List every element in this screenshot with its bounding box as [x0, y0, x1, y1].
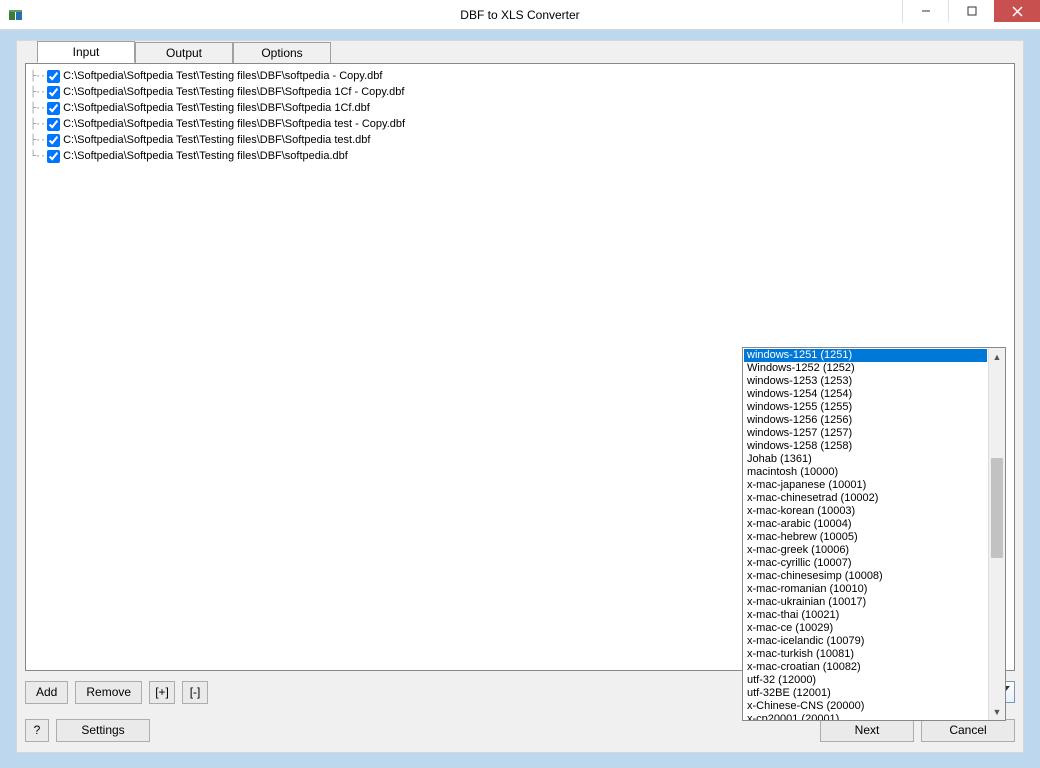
titlebar[interactable]: DBF to XLS Converter	[0, 0, 1040, 30]
file-checkbox[interactable]	[47, 150, 60, 163]
encoding-option[interactable]: windows-1257 (1257)	[744, 427, 987, 440]
window-title: DBF to XLS Converter	[0, 8, 1040, 22]
tree-connector: ├··	[30, 103, 45, 114]
scroll-down-arrow[interactable]: ▼	[989, 703, 1005, 720]
tab-output[interactable]: Output	[135, 42, 233, 63]
file-path-label: C:\Softpedia\Softpedia Test\Testing file…	[63, 86, 404, 98]
tree-connector: ├··	[30, 119, 45, 130]
file-checkbox[interactable]	[47, 70, 60, 83]
file-checkbox[interactable]	[47, 118, 60, 131]
tree-connector: ├··	[30, 71, 45, 82]
encoding-option[interactable]: x-mac-turkish (10081)	[744, 648, 987, 661]
next-button[interactable]: Next	[820, 719, 914, 742]
file-tree-panel: ├·· C:\Softpedia\Softpedia Test\Testing f…	[25, 63, 1015, 671]
tree-connector: ├··	[30, 87, 45, 98]
file-tree-item[interactable]: ├·· C:\Softpedia\Softpedia Test\Testing f…	[30, 100, 1010, 116]
remove-button[interactable]: Remove	[75, 681, 142, 704]
tree-connector: ├··	[30, 135, 45, 146]
encoding-listbox[interactable]: windows-1251 (1251)Windows-1252 (1252)wi…	[742, 347, 1006, 721]
encoding-option[interactable]: x-mac-croatian (10082)	[744, 661, 987, 674]
file-path-label: C:\Softpedia\Softpedia Test\Testing file…	[63, 70, 382, 82]
file-checkbox[interactable]	[47, 134, 60, 147]
scrollbar[interactable]: ▲ ▼	[988, 348, 1005, 720]
tree-connector: └··	[30, 151, 45, 162]
cancel-button[interactable]: Cancel	[921, 719, 1015, 742]
file-tree-item[interactable]: ├·· C:\Softpedia\Softpedia Test\Testing f…	[30, 68, 1010, 84]
check-all-button[interactable]: [+]	[149, 681, 175, 704]
encoding-option[interactable]: windows-1254 (1254)	[744, 388, 987, 401]
tab-strip: Input Output Options	[17, 41, 1023, 63]
encoding-option[interactable]: windows-1255 (1255)	[744, 401, 987, 414]
file-path-label: C:\Softpedia\Softpedia Test\Testing file…	[63, 118, 405, 130]
encoding-option[interactable]: x-mac-romanian (10010)	[744, 583, 987, 596]
scroll-up-arrow[interactable]: ▲	[989, 348, 1005, 365]
main-panel: Input Output Options ├·· C:\Softpedia\Sof…	[16, 40, 1024, 753]
encoding-option[interactable]: windows-1253 (1253)	[744, 375, 987, 388]
encoding-option[interactable]: x-Chinese-CNS (20000)	[744, 700, 987, 713]
tab-input[interactable]: Input	[37, 41, 135, 63]
encoding-option[interactable]: x-mac-arabic (10004)	[744, 518, 987, 531]
encoding-option[interactable]: x-mac-japanese (10001)	[744, 479, 987, 492]
file-tree-item[interactable]: ├·· C:\Softpedia\Softpedia Test\Testing f…	[30, 84, 1010, 100]
file-tree-item[interactable]: ├·· C:\Softpedia\Softpedia Test\Testing f…	[30, 132, 1010, 148]
encoding-option[interactable]: x-mac-icelandic (10079)	[744, 635, 987, 648]
file-path-label: C:\Softpedia\Softpedia Test\Testing file…	[63, 134, 370, 146]
file-path-label: C:\Softpedia\Softpedia Test\Testing file…	[63, 150, 348, 162]
scroll-thumb[interactable]	[991, 458, 1003, 558]
settings-button[interactable]: Settings	[56, 719, 150, 742]
file-checkbox[interactable]	[47, 102, 60, 115]
encoding-option[interactable]: x-cp20001 (20001)	[744, 713, 987, 720]
encoding-option[interactable]: x-mac-chinesesimp (10008)	[744, 570, 987, 583]
maximize-button[interactable]	[948, 0, 994, 22]
encoding-option[interactable]: Johab (1361)	[744, 453, 987, 466]
uncheck-all-button[interactable]: [-]	[182, 681, 208, 704]
encoding-option[interactable]: x-mac-hebrew (10005)	[744, 531, 987, 544]
encoding-option[interactable]: windows-1256 (1256)	[744, 414, 987, 427]
bottom-bar: ? Settings Next Cancel	[25, 718, 1015, 742]
file-tree-item[interactable]: └·· C:\Softpedia\Softpedia Test\Testing f…	[30, 148, 1010, 164]
encoding-option[interactable]: x-mac-thai (10021)	[744, 609, 987, 622]
file-checkbox[interactable]	[47, 86, 60, 99]
add-button[interactable]: Add	[25, 681, 68, 704]
help-button[interactable]: ?	[25, 719, 49, 742]
encoding-option[interactable]: x-mac-chinesetrad (10002)	[744, 492, 987, 505]
encoding-option[interactable]: utf-32 (12000)	[744, 674, 987, 687]
tab-options[interactable]: Options	[233, 42, 331, 63]
encoding-option[interactable]: Windows-1252 (1252)	[744, 362, 987, 375]
encoding-option[interactable]: x-mac-ukrainian (10017)	[744, 596, 987, 609]
encoding-option[interactable]: windows-1258 (1258)	[744, 440, 987, 453]
file-path-label: C:\Softpedia\Softpedia Test\Testing file…	[63, 102, 370, 114]
encoding-option[interactable]: utf-32BE (12001)	[744, 687, 987, 700]
minimize-button[interactable]	[902, 0, 948, 22]
encoding-option[interactable]: windows-1251 (1251)	[744, 349, 987, 362]
app-icon	[8, 7, 24, 23]
encoding-option[interactable]: x-mac-cyrillic (10007)	[744, 557, 987, 570]
encoding-option[interactable]: x-mac-ce (10029)	[744, 622, 987, 635]
close-button[interactable]	[994, 0, 1040, 22]
encoding-option[interactable]: x-mac-greek (10006)	[744, 544, 987, 557]
file-tree-item[interactable]: ├·· C:\Softpedia\Softpedia Test\Testing f…	[30, 116, 1010, 132]
encoding-option[interactable]: macintosh (10000)	[744, 466, 987, 479]
encoding-option[interactable]: x-mac-korean (10003)	[744, 505, 987, 518]
